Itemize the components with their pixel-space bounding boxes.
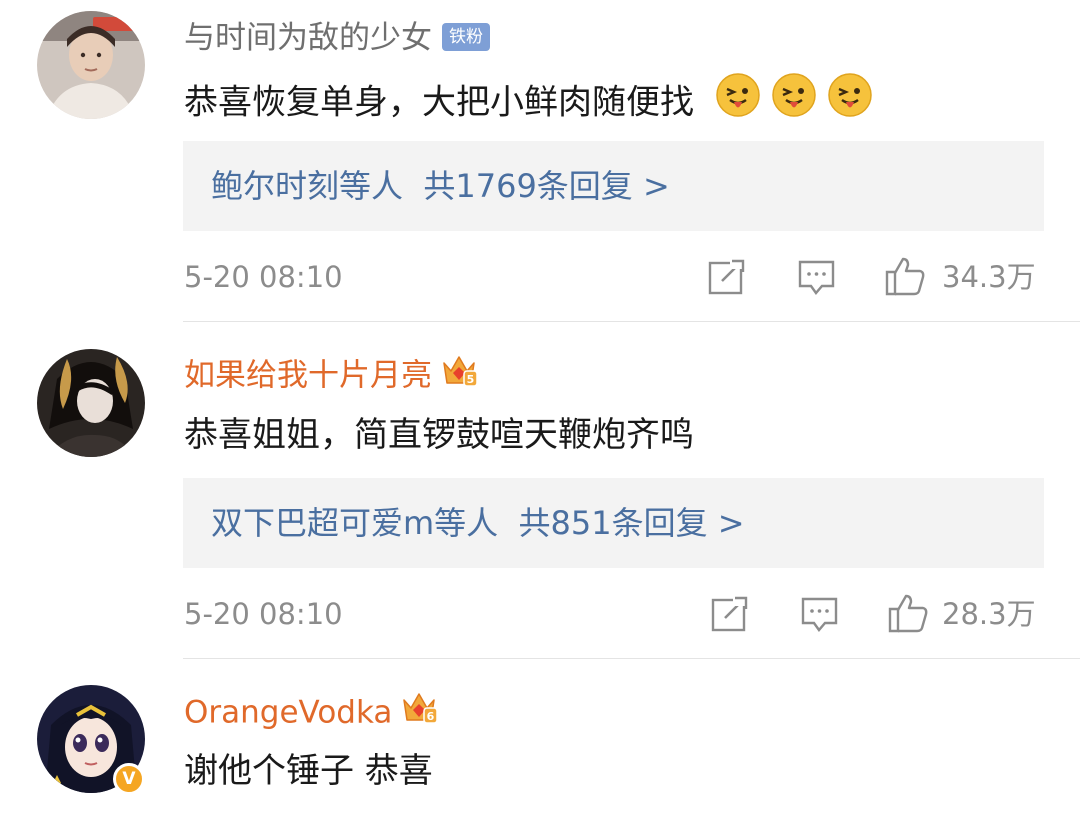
avatar[interactable] bbox=[37, 11, 145, 119]
username[interactable]: 如果给我十片月亮 5 bbox=[184, 354, 478, 400]
comment-icon[interactable] bbox=[801, 596, 839, 638]
tongue-out-emoji bbox=[827, 72, 873, 130]
tongue-out-emoji bbox=[771, 72, 817, 130]
replies-link[interactable]: 鲍尔时刻等人 共1769条回复 > bbox=[211, 141, 670, 231]
username-text[interactable]: OrangeVodka bbox=[184, 695, 392, 731]
vip-crown-icon[interactable]: 6 bbox=[400, 688, 439, 734]
replies-preview[interactable]: 双下巴超可爱m等人 共851条回复 > bbox=[183, 478, 1044, 568]
timestamp: 5-20 08:10 bbox=[184, 260, 343, 294]
vip-level: 5 bbox=[467, 373, 475, 386]
verified-badge: V bbox=[113, 763, 145, 795]
username[interactable]: OrangeVodka 6 bbox=[184, 688, 439, 737]
fan-badge[interactable]: 铁粉 bbox=[442, 22, 490, 51]
replies-preview[interactable]: 鲍尔时刻等人 共1769条回复 > bbox=[183, 141, 1044, 231]
vip-level: 6 bbox=[427, 710, 435, 723]
username-text[interactable]: 与时间为敌的少女 bbox=[184, 20, 432, 56]
username[interactable]: 与时间为敌的少女 铁粉 bbox=[184, 18, 490, 58]
thumbs-up-icon[interactable] bbox=[887, 592, 929, 638]
comment-text: 恭喜姐姐，简直锣鼓喧天鞭炮齐鸣 bbox=[184, 415, 694, 455]
comment-text: 恭喜恢复单身，大把小鲜肉随便找 bbox=[184, 72, 873, 133]
tongue-out-emoji bbox=[715, 72, 761, 130]
reply-users[interactable]: 双下巴超可爱m等人 bbox=[211, 504, 498, 542]
divider bbox=[183, 321, 1080, 322]
reply-users[interactable]: 鲍尔时刻等人 bbox=[211, 167, 403, 205]
username-text[interactable]: 如果给我十片月亮 bbox=[184, 358, 432, 394]
like-count: 28.3万 bbox=[942, 597, 1036, 631]
comment-text-content: 恭喜恢复单身，大把小鲜肉随便找 bbox=[184, 82, 694, 123]
like-count: 34.3万 bbox=[942, 260, 1036, 294]
reply-count[interactable]: 共851条回复 > bbox=[519, 504, 745, 542]
share-icon[interactable] bbox=[708, 259, 746, 299]
comment-icon[interactable] bbox=[798, 259, 836, 301]
vip-crown-icon[interactable]: 5 bbox=[440, 351, 478, 397]
avatar[interactable] bbox=[37, 349, 145, 457]
divider bbox=[183, 658, 1080, 659]
comment-text: 谢他个锤子 恭喜 bbox=[184, 751, 433, 791]
replies-link[interactable]: 双下巴超可爱m等人 共851条回复 > bbox=[211, 478, 745, 568]
timestamp: 5-20 08:10 bbox=[184, 597, 343, 631]
reply-count[interactable]: 共1769条回复 > bbox=[423, 167, 669, 205]
share-icon[interactable] bbox=[711, 596, 749, 636]
thumbs-up-icon[interactable] bbox=[884, 255, 926, 301]
